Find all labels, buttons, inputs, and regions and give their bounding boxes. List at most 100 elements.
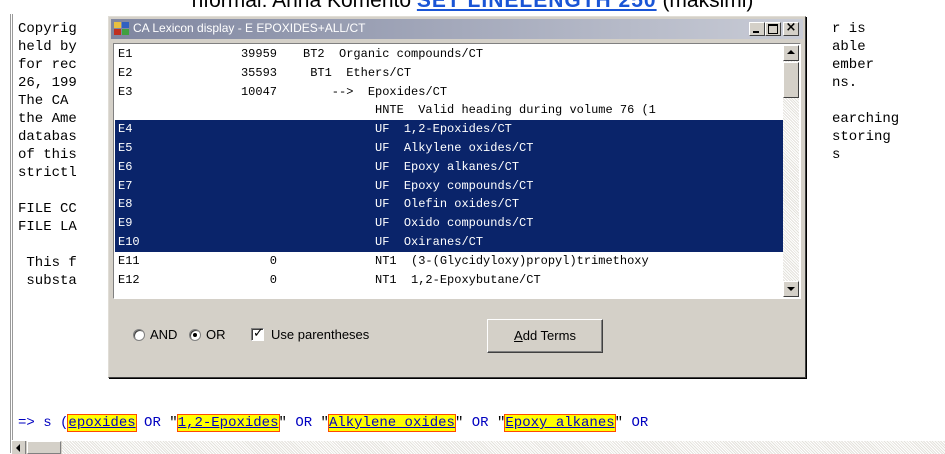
- scroll-up-button[interactable]: [783, 45, 799, 61]
- row-term: UF Alkylene oxides/CT: [303, 139, 533, 158]
- lexicon-row[interactable]: E4 UF 1,2-Epoxides/CT: [115, 120, 783, 139]
- terminal-line-end: storing: [832, 129, 891, 145]
- row-relation: UF: [303, 159, 390, 174]
- add-terms-button[interactable]: Add Terms: [487, 319, 603, 353]
- row-term: NT1 (3-(Glycidyloxy)propyl)trimethoxy: [303, 252, 649, 271]
- quote-mark: ": [169, 415, 178, 431]
- operator: OR: [631, 415, 649, 431]
- row-relation: BT2: [303, 47, 325, 61]
- list-vertical-scrollbar[interactable]: [783, 45, 799, 297]
- terminal-line-end: ember: [832, 57, 875, 73]
- search-term[interactable]: Alkylene oxides: [327, 414, 456, 432]
- search-term[interactable]: 1,2-Epoxides: [176, 414, 280, 432]
- terminal-line: held by: [18, 39, 77, 55]
- quote-mark: ": [278, 415, 287, 431]
- row-text: Oxido compounds/CT: [403, 216, 534, 231]
- terminal-line: The CA: [18, 93, 77, 109]
- lexicon-row[interactable]: HNTE Valid heading during volume 76 (1: [115, 101, 783, 120]
- add-terms-label: dd Terms: [522, 328, 576, 343]
- row-relation: UF: [303, 234, 390, 249]
- quote-mark: ": [614, 415, 624, 431]
- row-id: E12: [118, 272, 140, 287]
- row-relation: -->: [303, 84, 354, 99]
- parentheses-label[interactable]: Use parentheses: [271, 327, 369, 342]
- row-term: UF Epoxy compounds/CT: [303, 177, 533, 196]
- row-term: HNTE Valid heading during volume 76 (1: [303, 101, 656, 120]
- lexicon-row[interactable]: E1 39959 BT2 Organic compounds/CT: [115, 45, 783, 64]
- dialog-title: CA Lexicon display - E EPOXIDES+ALL/CT: [133, 21, 366, 35]
- row-text: (3-(Glycidyloxy)propyl)trimethoxy: [411, 253, 649, 268]
- lexicon-row[interactable]: E3 10047 --> Epoxides/CT: [115, 83, 783, 102]
- lexicon-row[interactable]: E7 UF Epoxy compounds/CT: [115, 176, 783, 196]
- row-text: Valid heading during volume 76 (1: [418, 103, 656, 118]
- terminal-line: Copyrig: [18, 21, 77, 37]
- dialog-controls: AND OR ✓ Use parentheses Add Terms: [109, 319, 807, 355]
- row-relation: UF: [303, 197, 390, 212]
- command-line[interactable]: => s (epoxides OR "1,2-Epoxides" OR "Alk…: [18, 414, 657, 432]
- terminal-line: databas: [18, 129, 77, 145]
- linelength-link[interactable]: SET LINELENGTH 250: [417, 0, 657, 12]
- search-term[interactable]: epoxides: [67, 414, 137, 432]
- row-id: E2: [118, 65, 133, 80]
- row-id: E8: [118, 197, 133, 212]
- row-term: NT1 1,2-Epoxybutane/CT: [303, 271, 541, 290]
- row-text: Epoxides/CT: [367, 84, 448, 99]
- row-text: Alkylene oxides/CT: [403, 140, 534, 155]
- dialog-titlebar[interactable]: CA Lexicon display - E EPOXIDES+ALL/CT ×: [111, 19, 803, 39]
- page-heading: nformal: Anna Komento SET LINELENGTH 250…: [0, 0, 945, 16]
- and-label[interactable]: AND: [150, 327, 177, 342]
- row-relation: UF: [303, 178, 390, 193]
- maximize-button[interactable]: [765, 22, 781, 36]
- heading-text: nformal: Anna Komento: [191, 0, 412, 12]
- terminal-line-end: r is: [832, 21, 866, 37]
- row-text: Oxiranes/CT: [403, 234, 484, 249]
- row-id: E1: [118, 47, 133, 61]
- row-text: Epoxy alkanes/CT: [403, 159, 520, 174]
- close-button[interactable]: ×: [783, 21, 799, 36]
- terminal-line: 26, 199: [18, 75, 77, 91]
- row-relation: UF: [303, 140, 390, 155]
- row-text: Epoxy compounds/CT: [403, 178, 534, 193]
- row-count: 0: [269, 253, 277, 268]
- row-id: E5: [118, 140, 133, 155]
- row-count: 0: [269, 272, 277, 287]
- lexicon-row[interactable]: E6 UF Epoxy alkanes/CT: [115, 157, 783, 177]
- parentheses-checkbox[interactable]: ✓: [251, 326, 264, 341]
- lexicon-row[interactable]: E2 35593 BT1 Ethers/CT: [115, 64, 783, 83]
- minimize-button[interactable]: [749, 22, 765, 36]
- horizontal-scrollbar[interactable]: [12, 440, 945, 454]
- row-id: E6: [118, 159, 133, 174]
- lexicon-row[interactable]: E10 UF Oxiranes/CT: [115, 232, 783, 252]
- check-icon: ✓: [253, 326, 264, 341]
- lexicon-row[interactable]: E12 0 NT1 1,2-Epoxybutane/CT: [115, 271, 783, 290]
- scroll-thumb[interactable]: [27, 441, 61, 454]
- row-text: 1,2-Epoxybutane/CT: [411, 272, 541, 287]
- terminal-line: This f: [18, 255, 77, 271]
- row-relation: HNTE: [303, 103, 404, 118]
- row-term: UF Oxido compounds/CT: [303, 214, 533, 233]
- row-count: 39959: [240, 47, 277, 61]
- row-id: E4: [118, 122, 133, 137]
- row-relation: NT1: [303, 253, 397, 268]
- or-radio[interactable]: [189, 329, 201, 341]
- lexicon-row[interactable]: E11 0 NT1 (3-(Glycidyloxy)propyl)trimetho…: [115, 252, 783, 271]
- lexicon-row[interactable]: E5 UF Alkylene oxides/CT: [115, 138, 783, 158]
- terminal-line: FILE LA: [18, 219, 77, 235]
- scroll-track[interactable]: [62, 441, 945, 454]
- row-relation: NT1: [303, 272, 397, 287]
- list-scroll-thumb[interactable]: [783, 62, 799, 98]
- scroll-down-button[interactable]: [783, 281, 799, 297]
- search-term[interactable]: Epoxy alkanes: [504, 414, 616, 432]
- row-id: E9: [118, 216, 133, 231]
- add-terms-accel: A: [514, 328, 523, 343]
- row-term: BT2 Organic compounds/CT: [303, 45, 483, 64]
- lexicon-row[interactable]: E8 UF Olefin oxides/CT: [115, 195, 783, 215]
- lexicon-row[interactable]: E9 UF Oxido compounds/CT: [115, 214, 783, 233]
- and-radio[interactable]: [133, 329, 145, 341]
- scroll-left-button[interactable]: [12, 441, 26, 454]
- or-label[interactable]: OR: [206, 327, 226, 342]
- row-text: 1,2-Epoxides/CT: [403, 122, 512, 137]
- row-id: E11: [118, 253, 140, 268]
- lexicon-list[interactable]: E1 39959 BT2 Organic compounds/CT E2 35593 B…: [113, 43, 801, 299]
- terminal-line: of this: [18, 147, 77, 163]
